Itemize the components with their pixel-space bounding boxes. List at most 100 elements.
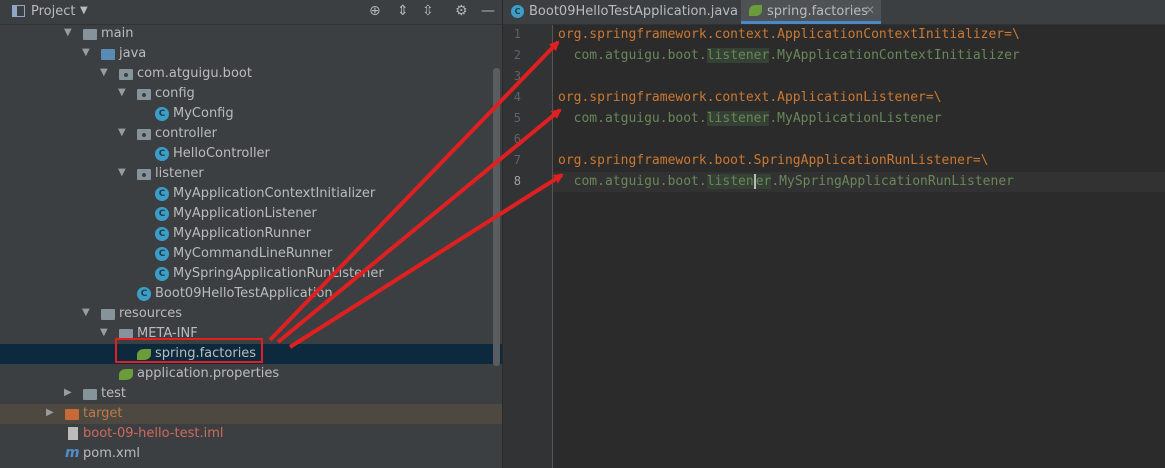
tree-item-class[interactable]: C MyApplicationRunner xyxy=(0,224,502,244)
tree-item-label: pom.xml xyxy=(83,446,140,461)
line-continuation: =\ xyxy=(972,153,989,168)
code-line: com.atguigu.boot.listen er.MySpringApplic… xyxy=(558,174,1014,194)
tree-item-label: main xyxy=(101,26,134,41)
tab-label: Boot09HelloTestApplication.java xyxy=(529,4,739,19)
value-prefix: com.atguigu.boot. xyxy=(558,174,707,189)
value-package: listener xyxy=(706,48,770,63)
tree-item-resources[interactable]: ▼ resources xyxy=(0,304,502,324)
tree-item-class[interactable]: C MyApplicationContextInitializer xyxy=(0,184,502,204)
line-number: 1 xyxy=(513,27,521,41)
chevron-down-icon[interactable]: ▼ xyxy=(64,27,72,38)
property-key: org.springframework.context.ApplicationC… xyxy=(558,27,1005,42)
tree-item-iml[interactable]: boot-09-hello-test.iml xyxy=(0,424,502,444)
line-number: 5 xyxy=(513,111,521,125)
tree-item-label: test xyxy=(101,386,126,401)
value-suffix: .MySpringApplicationRunListener xyxy=(771,174,1014,189)
tree-item-label: MyApplicationContextInitializer xyxy=(173,186,376,201)
class-icon: C xyxy=(155,207,169,221)
package-icon xyxy=(119,69,133,80)
tree-item-label: listener xyxy=(155,166,204,181)
line-number: 2 xyxy=(513,48,521,62)
tab-spring-factories[interactable]: spring.factories ✕ xyxy=(741,0,881,24)
chevron-down-icon[interactable]: ▼ xyxy=(80,5,88,16)
chevron-down-icon[interactable]: ▼ xyxy=(100,327,108,338)
class-icon: C xyxy=(155,267,169,281)
tree-item-meta-inf[interactable]: ▼ META-INF xyxy=(0,324,502,344)
class-icon: C xyxy=(155,227,169,241)
tree-item-spring-factories[interactable]: spring.factories xyxy=(0,344,502,364)
value-package: er xyxy=(755,174,772,189)
tree-item-label: HelloController xyxy=(173,146,270,161)
value-prefix: com.atguigu.boot. xyxy=(558,111,707,126)
tree-item-label: java xyxy=(119,46,147,61)
value-prefix: com.atguigu.boot. xyxy=(558,48,707,63)
property-key: org.springframework.boot.SpringApplicati… xyxy=(558,153,973,168)
chevron-down-icon[interactable]: ▼ xyxy=(82,307,90,318)
chevron-right-icon[interactable]: ▶ xyxy=(64,387,72,398)
locate-icon[interactable]: ⊕ xyxy=(369,3,381,19)
tree-item-java[interactable]: ▼ java xyxy=(0,44,502,64)
tree-item-label: MyApplicationListener xyxy=(173,206,317,221)
tree-item-label: MySpringApplicationRunListener xyxy=(173,266,384,281)
folder-icon xyxy=(83,389,97,400)
chevron-down-icon[interactable]: ▼ xyxy=(118,127,126,138)
maven-icon: m xyxy=(65,445,80,461)
tree-item-label: MyConfig xyxy=(173,106,234,121)
tree-item-class[interactable]: C MyApplicationListener xyxy=(0,204,502,224)
tree-item-class[interactable]: C Boot09HelloTestApplication xyxy=(0,284,502,304)
code-line: org.springframework.boot.SpringApplicati… xyxy=(558,153,988,173)
tree-item-target[interactable]: ▶ target xyxy=(0,404,502,424)
value-suffix: .MyApplicationContextInitializer xyxy=(769,48,1020,63)
code-line: org.springframework.context.ApplicationC… xyxy=(558,27,1020,47)
tree-item-class[interactable]: C MyCommandLineRunner xyxy=(0,244,502,264)
chevron-down-icon[interactable]: ▼ xyxy=(82,47,90,58)
chevron-down-icon[interactable]: ▼ xyxy=(118,87,126,98)
line-number: 8 xyxy=(513,174,521,188)
tab-boot09-application[interactable]: C Boot09HelloTestApplication.java xyxy=(503,0,739,24)
tree-item-label: spring.factories xyxy=(155,346,257,361)
spring-icon xyxy=(749,5,762,16)
value-package: listen xyxy=(706,174,754,189)
package-icon xyxy=(137,89,151,100)
tree-item-class[interactable]: C HelloController xyxy=(0,144,502,164)
tree-item-pom[interactable]: m pom.xml xyxy=(0,444,502,464)
tree-item-package[interactable]: ▼ config xyxy=(0,84,502,104)
chevron-down-icon[interactable]: ▼ xyxy=(100,67,108,78)
expand-all-icon[interactable]: ⇕ xyxy=(397,3,409,19)
chevron-down-icon[interactable]: ▼ xyxy=(118,167,126,178)
tree-item-label: application.properties xyxy=(137,366,280,381)
tree-item-package[interactable]: ▼ com.atguigu.boot xyxy=(0,64,502,84)
project-view-title[interactable]: Project xyxy=(31,4,75,19)
gear-icon[interactable]: ⚙ xyxy=(455,3,468,19)
close-icon[interactable]: ✕ xyxy=(865,3,875,17)
editor-tab-bar: C Boot09HelloTestApplication.java spring… xyxy=(503,0,1165,25)
class-icon: C xyxy=(155,147,169,161)
class-icon: C xyxy=(155,187,169,201)
tree-item-package[interactable]: ▼ controller xyxy=(0,124,502,144)
hide-icon[interactable]: — xyxy=(481,3,495,19)
tree-item-label: META-INF xyxy=(137,326,198,341)
tree-item-test[interactable]: ▶ test xyxy=(0,384,502,404)
spring-icon xyxy=(137,349,151,360)
vertical-scrollbar[interactable] xyxy=(493,68,500,366)
tree-item-main[interactable]: ▼ main xyxy=(0,24,502,44)
tree-item-class[interactable]: C MyConfig xyxy=(0,104,502,124)
spring-boot-class-icon: C xyxy=(137,287,151,301)
collapse-all-icon[interactable]: ⇳ xyxy=(422,3,434,19)
module-file-icon xyxy=(68,427,78,440)
line-number: 6 xyxy=(513,132,521,146)
tree-item-label: Boot09HelloTestApplication xyxy=(155,286,333,301)
package-icon xyxy=(137,129,151,140)
line-number: 3 xyxy=(513,69,521,83)
tree-item-label: MyCommandLineRunner xyxy=(173,246,333,261)
tree-item-class[interactable]: C MySpringApplicationRunListener xyxy=(0,264,502,284)
tab-label: spring.factories xyxy=(767,4,869,19)
line-number: 4 xyxy=(513,90,521,104)
code-line: org.springframework.context.ApplicationL… xyxy=(558,90,942,110)
tree-item-application-properties[interactable]: application.properties xyxy=(0,364,502,384)
value-package: listener xyxy=(706,111,770,126)
tree-item-package[interactable]: ▼ listener xyxy=(0,164,502,184)
folder-icon xyxy=(83,29,97,40)
chevron-right-icon[interactable]: ▶ xyxy=(46,407,54,418)
tree-item-label: com.atguigu.boot xyxy=(137,66,252,81)
